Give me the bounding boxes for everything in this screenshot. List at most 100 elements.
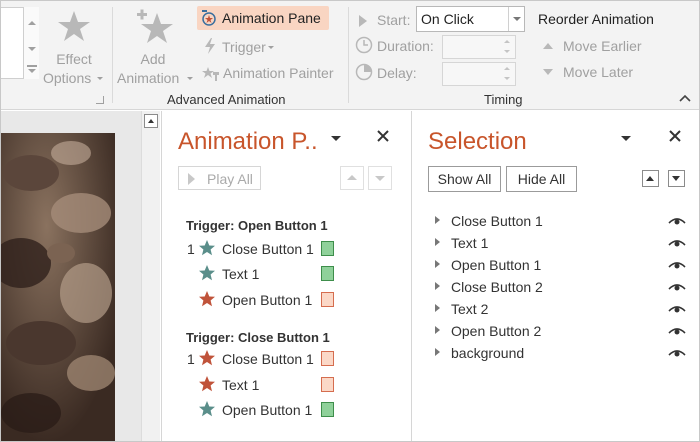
start-play-icon	[359, 15, 367, 27]
selection-pane-close-button[interactable]	[666, 127, 684, 145]
selection-item-label: Close Button 2	[451, 279, 543, 295]
arrow-down-icon	[543, 69, 553, 75]
expand-icon[interactable]	[435, 326, 440, 334]
expand-icon[interactable]	[435, 348, 440, 356]
animation-item[interactable]: Open Button 1	[182, 398, 382, 422]
selection-item[interactable]: Close Button 1	[428, 211, 690, 233]
group-label-timing: Timing	[484, 92, 523, 107]
animation-item-label: Text 1	[222, 377, 260, 393]
selection-item[interactable]: Close Button 2	[428, 277, 690, 299]
delay-stepper[interactable]	[501, 63, 515, 85]
animation-item-number: 1	[187, 241, 195, 257]
animation-item[interactable]: 1 Close Button 1	[182, 347, 382, 371]
chevron-up-icon	[679, 94, 691, 102]
show-all-button[interactable]: Show All	[428, 166, 501, 192]
start-select-arrow[interactable]	[508, 7, 524, 31]
selection-item-label: Close Button 1	[451, 213, 543, 229]
eye-icon[interactable]	[668, 216, 686, 226]
trigger-button[interactable]: Trigger	[201, 37, 281, 57]
stepper-up-icon	[504, 40, 510, 43]
eye-icon[interactable]	[668, 326, 686, 336]
animation-pane-options-button[interactable]	[330, 133, 344, 143]
duration-stepper[interactable]	[501, 36, 515, 58]
scroll-up-icon	[148, 119, 154, 123]
canvas-scrollbar[interactable]	[141, 111, 160, 441]
add-animation-label-1: Add	[140, 51, 166, 67]
effect-options-label-1: Effect	[56, 51, 92, 67]
move-later-label: Move Later	[563, 64, 634, 80]
gallery-more-arrow-icon	[28, 69, 36, 73]
scroll-up-button[interactable]	[144, 114, 158, 128]
app-window: Effect Options Add Animation Animation P…	[0, 0, 700, 442]
add-animation-button[interactable]: Add Animation	[115, 5, 195, 87]
eye-icon[interactable]	[668, 260, 686, 270]
animation-item-label: Open Button 1	[222, 402, 313, 418]
start-select-value: On Click	[421, 11, 474, 27]
expand-icon[interactable]	[435, 304, 440, 312]
selection-item[interactable]: Text 2	[428, 299, 690, 321]
close-icon	[669, 130, 681, 142]
animation-move-up-button[interactable]	[340, 166, 364, 190]
timing-bar	[321, 292, 334, 307]
expand-icon[interactable]	[435, 238, 440, 246]
selection-item-label: Open Button 2	[451, 323, 542, 339]
animation-item[interactable]: Text 1	[182, 262, 382, 286]
selection-item[interactable]: Open Button 2	[428, 321, 690, 343]
trigger-header-1: Trigger: Open Button 1	[186, 218, 328, 233]
start-select[interactable]: On Click	[416, 6, 525, 32]
clock-icon	[355, 36, 373, 54]
selection-item[interactable]: Open Button 1	[428, 255, 690, 277]
eye-icon[interactable]	[668, 282, 686, 292]
move-later-button[interactable]: Move Later	[541, 63, 651, 83]
eye-icon[interactable]	[668, 238, 686, 248]
start-label: Start:	[377, 12, 411, 28]
trigger-header-2: Trigger: Close Button 1	[186, 330, 330, 345]
animation-move-down-button[interactable]	[368, 166, 392, 190]
animation-pane-icon	[202, 10, 216, 26]
animation-painter-button[interactable]: Animation Painter	[199, 63, 341, 83]
stepper-up-icon	[504, 67, 510, 70]
animation-pane-close-button[interactable]	[374, 127, 392, 145]
bring-forward-button[interactable]	[642, 170, 659, 187]
animation-pane-button[interactable]: Animation Pane	[197, 6, 329, 30]
expand-icon[interactable]	[435, 216, 440, 224]
move-earlier-button[interactable]: Move Earlier	[541, 37, 651, 57]
animation-item[interactable]: 1 Close Button 1	[182, 237, 382, 261]
animation-item-label: Close Button 1	[222, 241, 314, 257]
hide-all-button[interactable]: Hide All	[506, 166, 577, 192]
effect-options-button[interactable]: Effect Options	[41, 5, 107, 87]
timing-bar	[321, 377, 334, 392]
duration-row: Duration:	[355, 35, 445, 57]
play-all-button[interactable]: Play All	[178, 166, 261, 190]
effect-options-label-2: Options	[43, 70, 92, 86]
collapse-ribbon-button[interactable]	[677, 91, 693, 105]
eye-icon[interactable]	[668, 304, 686, 314]
arrow-up-icon	[347, 175, 357, 180]
animation-item[interactable]: Text 1	[182, 373, 382, 397]
entrance-star-icon	[199, 265, 215, 281]
selection-pane-options-button[interactable]	[620, 133, 634, 143]
expand-icon[interactable]	[435, 282, 440, 290]
dialog-launcher-icon[interactable]	[96, 96, 104, 104]
eye-icon[interactable]	[668, 348, 686, 358]
selection-item[interactable]: Text 1	[428, 233, 690, 255]
send-backward-button[interactable]	[668, 170, 685, 187]
gallery-scroll[interactable]	[23, 7, 39, 79]
duration-input[interactable]	[442, 35, 516, 59]
selection-list: Close Button 1 Text 1 Open Button 1 Clos…	[428, 209, 690, 369]
exit-star-icon	[199, 376, 215, 392]
selection-item[interactable]: background	[428, 343, 690, 365]
group-separator	[112, 7, 113, 103]
play-icon	[188, 173, 195, 185]
gallery-up-icon	[28, 21, 36, 25]
ribbon: Effect Options Add Animation Animation P…	[1, 1, 699, 110]
expand-icon[interactable]	[435, 260, 440, 268]
timing-bar	[321, 402, 334, 417]
duration-label: Duration:	[377, 38, 434, 54]
animation-pane-label: Animation Pane	[222, 10, 321, 26]
delay-input[interactable]	[442, 62, 516, 86]
reorder-title: Reorder Animation	[538, 11, 654, 27]
animation-item[interactable]: Open Button 1	[182, 288, 382, 312]
timing-bar	[321, 241, 334, 256]
selection-item-label: Open Button 1	[451, 257, 542, 273]
